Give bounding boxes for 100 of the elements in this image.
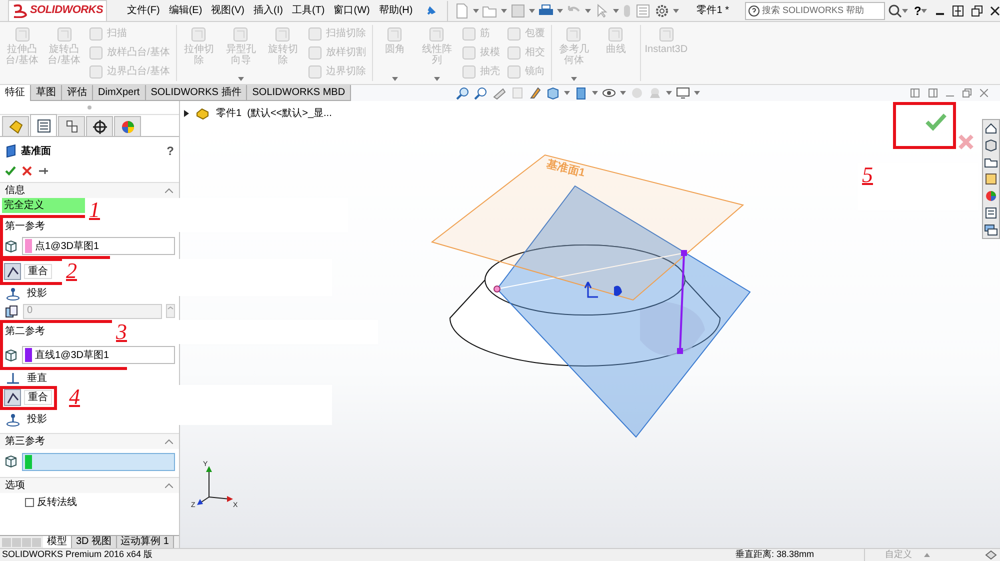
caret-icon[interactable] — [902, 8, 908, 12]
constraint-button[interactable] — [4, 285, 21, 302]
search-icon[interactable] — [888, 4, 902, 18]
caret-icon[interactable] — [612, 8, 619, 12]
constraint-label[interactable]: 投影 — [24, 413, 50, 426]
monitor-icon[interactable] — [676, 86, 690, 100]
menu-item[interactable]: 帮助(H) — [378, 3, 413, 18]
expand-arrow-icon[interactable] — [184, 110, 189, 117]
feature-tool-icon — [385, 25, 404, 44]
list-icon[interactable] — [984, 206, 998, 220]
caret-icon[interactable] — [592, 91, 598, 95]
tile-icon[interactable] — [952, 4, 964, 16]
feature-tool-icon — [460, 44, 477, 60]
caret-icon[interactable] — [694, 91, 700, 95]
project-icon — [4, 286, 20, 301]
reference-cube-icon — [4, 238, 18, 254]
caret-icon[interactable] — [472, 8, 479, 12]
close-icon[interactable] — [990, 6, 1000, 16]
reference-field[interactable]: 直线1@3D草图1 — [22, 346, 175, 364]
new-file-icon[interactable] — [454, 2, 470, 18]
caret-icon[interactable] — [584, 8, 591, 12]
constraint-button[interactable] — [4, 411, 21, 428]
constraint-button[interactable] — [4, 389, 21, 406]
display-style-icon[interactable] — [574, 86, 588, 100]
reference-cube-icon — [4, 348, 18, 362]
pin-icon[interactable] — [38, 167, 49, 175]
part-icon — [195, 107, 210, 120]
property-tab-icon — [34, 116, 52, 134]
constraint-label[interactable]: 垂直 — [24, 372, 50, 385]
model-tab[interactable]: 运动算例 1 — [116, 536, 174, 548]
settings-icon[interactable] — [654, 2, 670, 18]
help-button[interactable]: ? — [914, 2, 922, 20]
feature-tool-icon — [189, 25, 208, 44]
checkbox[interactable] — [25, 498, 34, 506]
constraint-label[interactable]: 重合 — [24, 264, 52, 279]
reference-field[interactable] — [22, 452, 175, 470]
feature-tab[interactable]: 特征 — [0, 85, 31, 101]
caret-icon[interactable] — [620, 91, 626, 95]
caret-up-icon[interactable] — [924, 553, 930, 557]
feature-tab[interactable]: 评估 — [62, 85, 93, 101]
caret-icon[interactable] — [500, 8, 507, 12]
checkmark-icon[interactable] — [5, 166, 16, 176]
constraint-label[interactable]: 投影 — [24, 287, 50, 300]
confirm-check-icon[interactable] — [925, 113, 947, 131]
tree-item[interactable]: 零件1 (默认<<默认>_显... — [216, 106, 332, 121]
model-tab[interactable]: 3D 视图 — [72, 536, 117, 548]
feature-tab[interactable]: DimXpert — [93, 85, 146, 101]
menu-item[interactable]: 插入(I) — [254, 3, 283, 18]
feature-tab[interactable]: SOLIDWORKS MBD — [247, 85, 352, 101]
panel-tab[interactable] — [86, 116, 113, 136]
section-heading: 信息 — [5, 184, 25, 197]
collapse-icon[interactable] — [165, 483, 173, 488]
zoom-area-icon[interactable] — [474, 86, 488, 100]
feature-tab-icon — [6, 118, 24, 136]
hide-show-icon[interactable] — [602, 86, 616, 100]
caret-icon[interactable] — [666, 91, 672, 95]
collapse-icon[interactable] — [165, 439, 173, 444]
annotation-frame — [893, 102, 956, 149]
feature-tab[interactable]: SOLIDWORKS 插件 — [146, 85, 248, 101]
feature-tool-icon — [564, 25, 584, 44]
section-heading: 第二参考 — [5, 324, 45, 338]
caret-icon[interactable] — [672, 8, 679, 12]
feature-tool-icon — [506, 44, 522, 60]
menu-item[interactable]: 编辑(E) — [168, 3, 202, 18]
panel-tab[interactable] — [58, 116, 85, 136]
search-field[interactable]: 搜索 SOLIDWORKS 帮助 — [744, 2, 885, 20]
constraint-label[interactable]: 重合 — [24, 390, 52, 405]
tile-right-icon[interactable] — [928, 88, 938, 98]
help-button[interactable]: ? — [166, 142, 174, 160]
menu-item[interactable]: 视图(V) — [211, 3, 244, 18]
feature-tool-icon — [54, 25, 74, 44]
model-tab[interactable]: 模型 — [43, 536, 72, 548]
measurement-text: 垂直距离: 38.38mm — [735, 548, 814, 561]
pin-icon[interactable] — [424, 4, 437, 16]
grip-icon[interactable] — [87, 105, 92, 110]
restore-icon[interactable] — [971, 4, 984, 16]
menu-item[interactable]: 文件(F) — [127, 3, 160, 18]
checkbox-label[interactable]: 反转法线 — [37, 494, 77, 510]
caret-icon[interactable] — [528, 8, 535, 12]
color-wheel-icon[interactable] — [984, 189, 998, 203]
collapse-icon[interactable] — [165, 188, 173, 193]
caret-icon[interactable] — [921, 8, 928, 12]
caret-icon[interactable] — [564, 91, 570, 95]
constraint-button[interactable] — [4, 370, 21, 387]
menu-item[interactable]: 工具(T) — [292, 3, 325, 18]
caret-icon[interactable] — [556, 8, 563, 12]
reference-cube-icon — [4, 454, 18, 469]
constraint-button[interactable] — [4, 263, 21, 280]
panel-tab[interactable] — [30, 114, 57, 136]
zoom-to-fit-icon[interactable] — [456, 86, 470, 100]
chat-icon[interactable] — [984, 223, 998, 237]
tile-left-icon[interactable] — [910, 88, 920, 98]
feature-tab[interactable]: 草图 — [31, 85, 62, 101]
home-icon[interactable] — [984, 121, 998, 135]
axis-triad-icon — [197, 466, 233, 505]
status-field: 完全定义 — [2, 198, 85, 213]
plane-icon — [5, 144, 17, 158]
feature-tool-icon — [306, 64, 323, 80]
menu-item[interactable]: 窗口(W) — [334, 3, 370, 18]
reference-field[interactable]: 点1@3D草图1 — [22, 237, 175, 255]
